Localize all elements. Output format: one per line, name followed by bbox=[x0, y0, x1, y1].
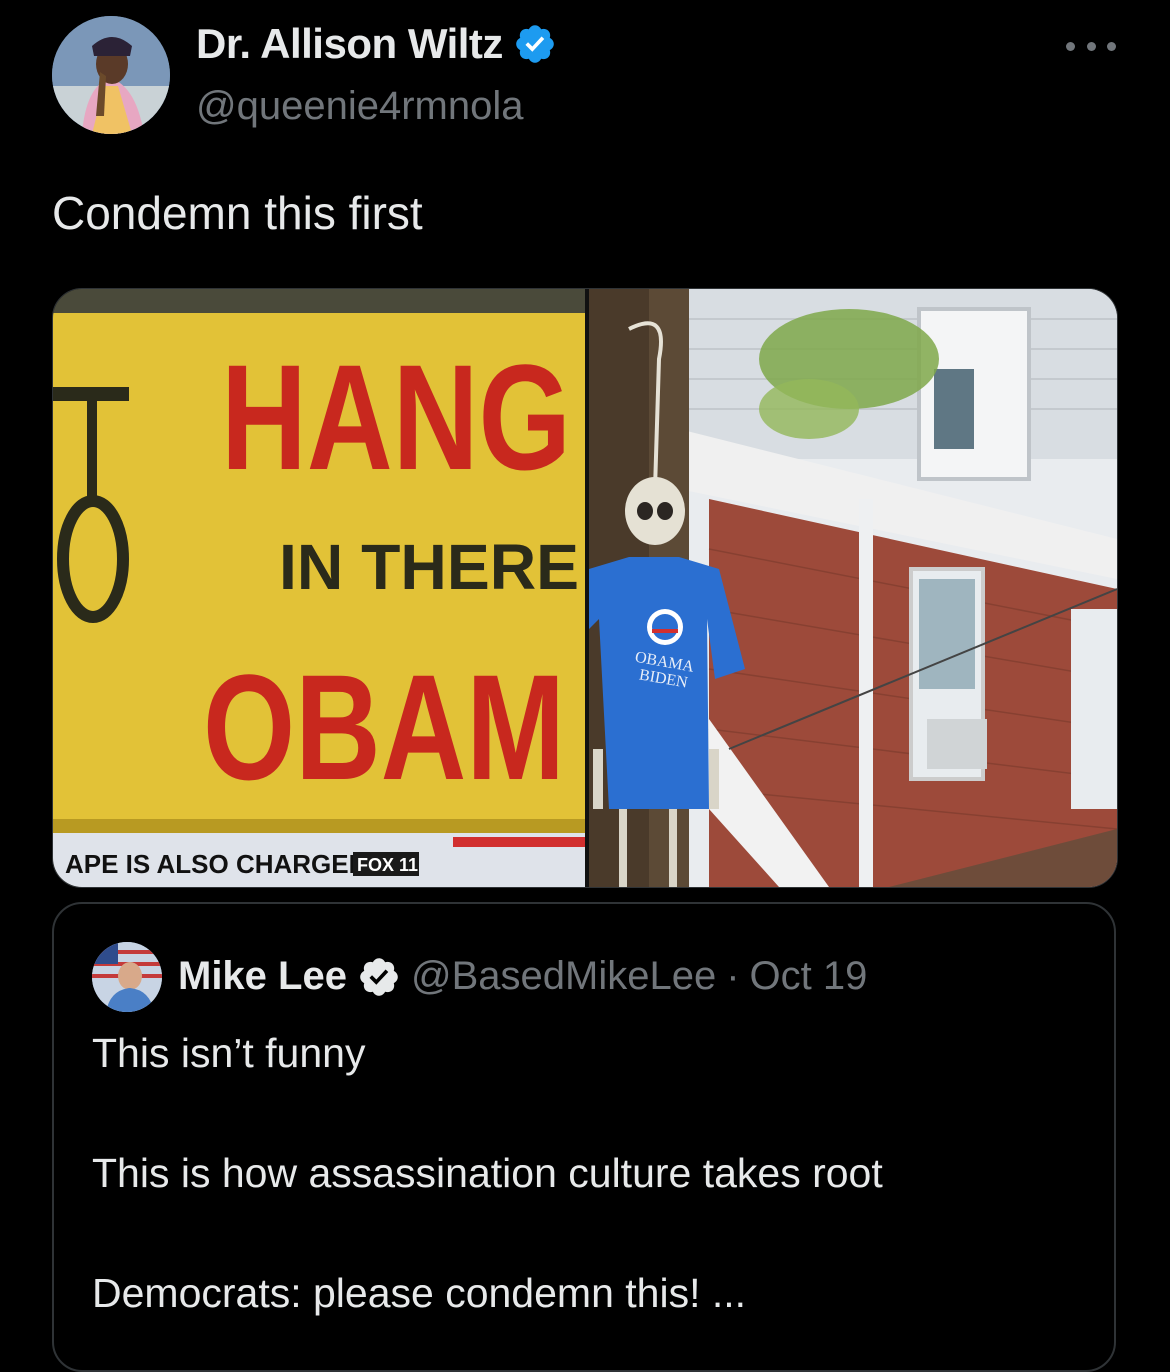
quoted-author-name[interactable]: Mike Lee bbox=[178, 954, 347, 999]
quoted-separator: · bbox=[726, 954, 740, 998]
sign-line-in-there: IN THERE bbox=[279, 531, 579, 603]
quoted-tweet[interactable]: Mike Lee @BasedMikeLee · Oct 19 This isn… bbox=[52, 902, 1116, 1372]
author-avatar[interactable] bbox=[52, 16, 170, 134]
media-image-sign[interactable]: HANG IN THERE OBAM APE IS ALSO CHARGED F… bbox=[53, 289, 585, 887]
quoted-tweet-header[interactable]: Mike Lee @BasedMikeLee · Oct 19 bbox=[178, 954, 867, 999]
more-options-icon[interactable] bbox=[1066, 34, 1116, 58]
media-image-house[interactable]: OBAMA BIDEN bbox=[589, 289, 1117, 887]
quoted-text-line1: This isn’t funny bbox=[92, 1030, 366, 1076]
tweet-media[interactable]: HANG IN THERE OBAM APE IS ALSO CHARGED F… bbox=[52, 288, 1118, 888]
verified-badge-icon bbox=[516, 25, 554, 63]
tweet-text: Condemn this first bbox=[52, 187, 423, 239]
quoted-author-handle[interactable]: @BasedMikeLee bbox=[411, 954, 716, 999]
quoted-author-avatar[interactable] bbox=[92, 942, 162, 1012]
sign-line-obam: OBAM bbox=[203, 643, 565, 811]
author-display-name[interactable]: Dr. Allison Wiltz bbox=[196, 20, 503, 68]
sign-line-hang: HANG bbox=[221, 333, 571, 501]
quoted-verified-badge-icon bbox=[360, 957, 398, 996]
quoted-text-line2: This is how assassination culture takes … bbox=[92, 1150, 883, 1196]
channel-logo-text: FOX 11 bbox=[357, 855, 418, 875]
author-name-row[interactable]: Dr. Allison Wiltz bbox=[196, 20, 557, 68]
quoted-date[interactable]: Oct 19 bbox=[750, 954, 868, 999]
author-handle[interactable]: @queenie4rmnola bbox=[196, 84, 523, 129]
quoted-text-line3: Democrats: please condemn this! ... bbox=[92, 1270, 747, 1316]
news-ticker-text: APE IS ALSO CHARGED bbox=[65, 849, 367, 879]
